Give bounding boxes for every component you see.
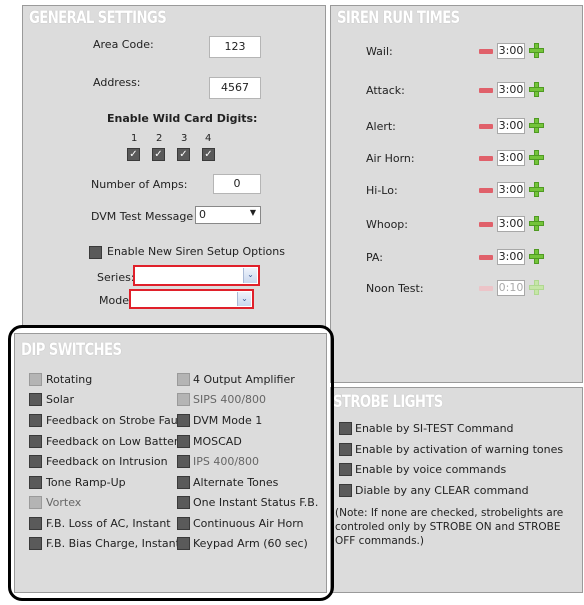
siren-label-air-horn: Air Horn:: [366, 152, 415, 165]
noon-test-time-input: 0:10: [497, 280, 525, 296]
minus-icon: [479, 286, 493, 291]
strobe-label-warning-tones: Enable by activation of warning tones: [355, 443, 564, 456]
dvm-test-label: DVM Test Message: [91, 210, 194, 223]
minus-icon[interactable]: [479, 255, 493, 260]
alert-time-input[interactable]: 3:00: [497, 118, 525, 134]
general-settings-title: GENERAL SETTINGS: [29, 8, 167, 28]
siren-label-pa: PA:: [366, 251, 383, 264]
chevron-down-icon: ⌄: [243, 268, 257, 283]
plus-icon: [529, 280, 544, 295]
siren-label-whoop: Whoop:: [366, 218, 408, 231]
dip-switches-highlight-frame: [8, 325, 334, 601]
hi-lo-time-input[interactable]: 3:00: [497, 182, 525, 198]
pa-time-input[interactable]: 3:00: [497, 249, 525, 265]
chevron-down-icon: ▼: [249, 208, 256, 217]
strobe-checkbox-voice-commands[interactable]: [339, 463, 352, 476]
strobe-checkbox-warning-tones[interactable]: [339, 443, 352, 456]
plus-icon[interactable]: [529, 182, 544, 197]
wildcard-heading: Enable Wild Card Digits:: [107, 112, 258, 125]
model-select[interactable]: ⌄: [129, 289, 254, 309]
amps-input[interactable]: 0: [213, 174, 261, 194]
strobe-note: (Note: If none are checked, strobelights…: [335, 507, 564, 547]
strobe-label-si-test: Enable by SI-TEST Command: [355, 422, 514, 435]
chevron-down-icon: ⌄: [237, 292, 251, 306]
attack-time-input[interactable]: 3:00: [497, 82, 525, 98]
minus-icon[interactable]: [479, 156, 493, 161]
plus-icon[interactable]: [529, 249, 544, 264]
plus-icon[interactable]: [529, 82, 544, 97]
area-code-input[interactable]: 123: [209, 36, 261, 58]
wildcard-digit-3: 3: [181, 133, 188, 144]
siren-run-times-panel: SIREN RUN TIMES Wail: 3:00 Attack: 3:00 …: [330, 5, 583, 383]
series-select[interactable]: ⌄: [133, 265, 260, 286]
wildcard-checkbox-2[interactable]: ✓: [152, 148, 165, 161]
wildcard-checkbox-1[interactable]: ✓: [127, 148, 140, 161]
dvm-test-value: 0: [199, 208, 206, 221]
plus-icon[interactable]: [529, 118, 544, 133]
strobe-lights-panel: STROBE LIGHTS Enable by SI-TEST Command …: [330, 387, 583, 593]
plus-icon[interactable]: [529, 150, 544, 165]
area-code-label: Area Code:: [93, 38, 154, 51]
siren-run-times-title: SIREN RUN TIMES: [337, 8, 460, 28]
enable-new-siren-label: Enable New Siren Setup Options: [107, 245, 285, 258]
dvm-test-select[interactable]: 0 ▼: [195, 206, 261, 224]
model-label: Model: [99, 294, 133, 307]
plus-icon[interactable]: [529, 43, 544, 58]
minus-icon[interactable]: [479, 124, 493, 129]
minus-icon[interactable]: [479, 222, 493, 227]
checkmark-icon: ✓: [129, 149, 138, 160]
strobe-checkbox-si-test[interactable]: [339, 422, 352, 435]
amps-label: Number of Amps:: [91, 178, 188, 191]
address-label: Address:: [93, 76, 141, 89]
checkmark-icon: ✓: [154, 149, 163, 160]
strobe-lights-title: STROBE LIGHTS: [333, 392, 443, 412]
wildcard-digit-1: 1: [131, 133, 138, 144]
general-settings-panel: GENERAL SETTINGS Area Code: 123 Address:…: [22, 5, 326, 327]
siren-label-wail: Wail:: [366, 45, 393, 58]
checkmark-icon: ✓: [204, 149, 213, 160]
strobe-checkbox-clear-command[interactable]: [339, 484, 352, 497]
checkmark-icon: ✓: [179, 149, 188, 160]
wail-time-input[interactable]: 3:00: [497, 43, 525, 59]
plus-icon[interactable]: [529, 216, 544, 231]
wildcard-digit-4: 4: [205, 133, 212, 144]
siren-label-hi-lo: Hi-Lo:: [366, 184, 398, 197]
minus-icon[interactable]: [479, 88, 493, 93]
wildcard-checkbox-3[interactable]: ✓: [177, 148, 190, 161]
minus-icon[interactable]: [479, 188, 493, 193]
air-horn-time-input[interactable]: 3:00: [497, 150, 525, 166]
minus-icon[interactable]: [479, 49, 493, 54]
strobe-label-clear-command: Diable by any CLEAR command: [355, 484, 529, 497]
siren-label-attack: Attack:: [366, 84, 405, 97]
strobe-label-voice-commands: Enable by voice commands: [355, 463, 507, 476]
siren-label-noon-test: Noon Test:: [366, 282, 424, 295]
address-input[interactable]: 4567: [209, 77, 261, 99]
series-label: Series:: [97, 271, 135, 284]
enable-new-siren-checkbox[interactable]: [89, 246, 102, 259]
wildcard-digit-2: 2: [156, 133, 163, 144]
siren-label-alert: Alert:: [366, 120, 396, 133]
wildcard-checkbox-4[interactable]: ✓: [202, 148, 215, 161]
whoop-time-input[interactable]: 3:00: [497, 216, 525, 232]
